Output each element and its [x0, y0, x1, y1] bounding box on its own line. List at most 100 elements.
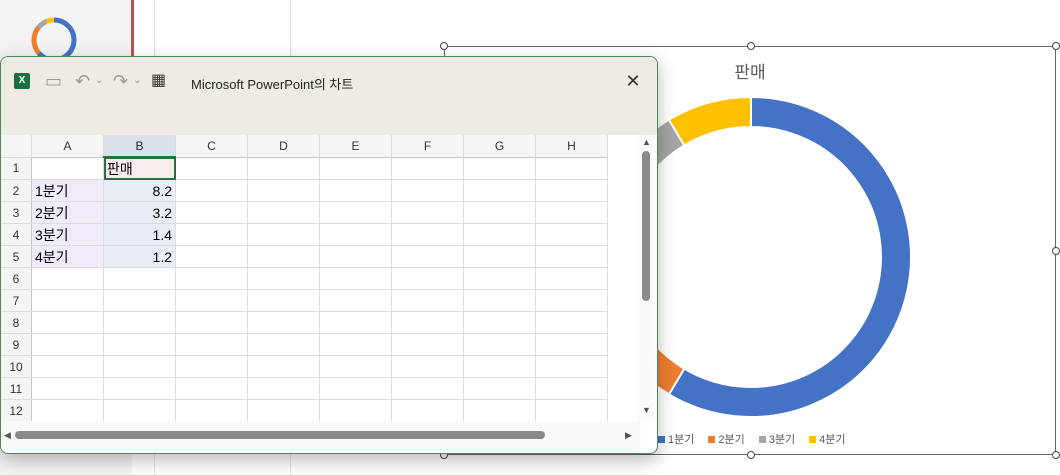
cell-a5[interactable]: 4분기	[31, 245, 104, 268]
cell-d5[interactable]	[247, 245, 320, 268]
cell-g5[interactable]	[463, 245, 536, 268]
cell-c4[interactable]	[175, 223, 248, 246]
cell-f12[interactable]	[391, 399, 464, 421]
cell-f3[interactable]	[391, 201, 464, 224]
cell-h4[interactable]	[535, 223, 608, 246]
cell-g6[interactable]	[463, 267, 536, 290]
cell-c3[interactable]	[175, 201, 248, 224]
cell-d12[interactable]	[247, 399, 320, 421]
cell-b2[interactable]: 8.2	[103, 179, 176, 202]
cell-e7[interactable]	[319, 289, 392, 312]
donut-slice-1[interactable]	[667, 96, 912, 418]
cell-f4[interactable]	[391, 223, 464, 246]
resize-handle-middle-right[interactable]	[1052, 247, 1060, 255]
column-header-h[interactable]: H	[535, 135, 608, 158]
row-header[interactable]: 1	[1, 157, 32, 180]
row-header[interactable]: 6	[1, 267, 32, 290]
cell-h9[interactable]	[535, 333, 608, 356]
cell-e4[interactable]	[319, 223, 392, 246]
donut-slice-4[interactable]	[667, 96, 752, 147]
cell-g8[interactable]	[463, 311, 536, 334]
row-header[interactable]: 2	[1, 179, 32, 202]
cell-b8[interactable]	[103, 311, 176, 334]
chart-title[interactable]: 판매	[700, 58, 800, 83]
cell-b10[interactable]	[103, 355, 176, 378]
cell-b4[interactable]: 1.4	[103, 223, 176, 246]
cell-b7[interactable]	[103, 289, 176, 312]
scroll-up-icon[interactable]: ▲	[642, 137, 651, 147]
cell-b6[interactable]	[103, 267, 176, 290]
cell-e10[interactable]	[319, 355, 392, 378]
cell-h3[interactable]	[535, 201, 608, 224]
edit-in-excel-icon[interactable]: ▦	[151, 71, 166, 91]
cell-g1[interactable]	[463, 157, 536, 180]
redo-icon[interactable]: ↷	[113, 71, 128, 91]
column-header-f[interactable]: F	[391, 135, 464, 158]
row-header[interactable]: 10	[1, 355, 32, 378]
cell-a3[interactable]: 2분기	[31, 201, 104, 224]
cell-a12[interactable]	[31, 399, 104, 421]
cell-d8[interactable]	[247, 311, 320, 334]
cell-h11[interactable]	[535, 377, 608, 400]
excel-chart-data-window[interactable]: X ▭ ↶ ⌄ ↷ ⌄ ▦ Microsoft PowerPoint의 차트 ✕…	[0, 56, 658, 454]
horizontal-scrollbar[interactable]: ◀ ▶	[1, 421, 641, 451]
row-header[interactable]: 7	[1, 289, 32, 312]
undo-icon[interactable]: ↶	[75, 71, 90, 91]
cell-h1[interactable]	[535, 157, 608, 180]
cell-d2[interactable]	[247, 179, 320, 202]
legend-item[interactable]: 2분기	[708, 431, 745, 447]
row-header[interactable]: 5	[1, 245, 32, 268]
legend-item[interactable]: 1분기	[658, 431, 694, 447]
cell-g4[interactable]	[463, 223, 536, 246]
cell-f1[interactable]	[391, 157, 464, 180]
cell-g10[interactable]	[463, 355, 536, 378]
cell-e1[interactable]	[319, 157, 392, 180]
cell-d1[interactable]	[247, 157, 320, 180]
cell-a8[interactable]	[31, 311, 104, 334]
redo-dropdown-icon[interactable]: ⌄	[133, 71, 141, 91]
cell-a9[interactable]	[31, 333, 104, 356]
cell-h10[interactable]	[535, 355, 608, 378]
select-all-corner[interactable]	[1, 135, 32, 158]
cell-g12[interactable]	[463, 399, 536, 421]
cell-e2[interactable]	[319, 179, 392, 202]
cell-c8[interactable]	[175, 311, 248, 334]
cell-c5[interactable]	[175, 245, 248, 268]
legend-item[interactable]: 4분기	[809, 431, 845, 447]
close-button[interactable]: ✕	[621, 69, 645, 93]
cell-b12[interactable]	[103, 399, 176, 421]
cell-c6[interactable]	[175, 267, 248, 290]
cell-a10[interactable]	[31, 355, 104, 378]
resize-handle-top-left[interactable]	[440, 42, 448, 50]
cell-h8[interactable]	[535, 311, 608, 334]
cell-b11[interactable]	[103, 377, 176, 400]
cell-b9[interactable]	[103, 333, 176, 356]
cell-g11[interactable]	[463, 377, 536, 400]
cell-e5[interactable]	[319, 245, 392, 268]
cell-e12[interactable]	[319, 399, 392, 421]
cell-c10[interactable]	[175, 355, 248, 378]
scroll-left-icon[interactable]: ◀	[4, 430, 11, 441]
cell-g2[interactable]	[463, 179, 536, 202]
cell-c7[interactable]	[175, 289, 248, 312]
scroll-right-icon[interactable]: ▶	[625, 430, 632, 441]
cell-d9[interactable]	[247, 333, 320, 356]
cell-c12[interactable]	[175, 399, 248, 421]
cell-f5[interactable]	[391, 245, 464, 268]
cell-d3[interactable]	[247, 201, 320, 224]
scroll-down-icon[interactable]: ▼	[642, 405, 651, 415]
cell-e3[interactable]	[319, 201, 392, 224]
resize-handle-bottom-center[interactable]	[747, 451, 755, 459]
cell-c11[interactable]	[175, 377, 248, 400]
cell-d11[interactable]	[247, 377, 320, 400]
cell-a6[interactable]	[31, 267, 104, 290]
cell-c1[interactable]	[175, 157, 248, 180]
column-header-e[interactable]: E	[319, 135, 392, 158]
cell-e11[interactable]	[319, 377, 392, 400]
cell-h6[interactable]	[535, 267, 608, 290]
cell-a1[interactable]	[31, 157, 104, 180]
cell-d4[interactable]	[247, 223, 320, 246]
resize-handle-top-right[interactable]	[1052, 42, 1060, 50]
column-header-b[interactable]: B	[103, 135, 176, 158]
cell-f8[interactable]	[391, 311, 464, 334]
